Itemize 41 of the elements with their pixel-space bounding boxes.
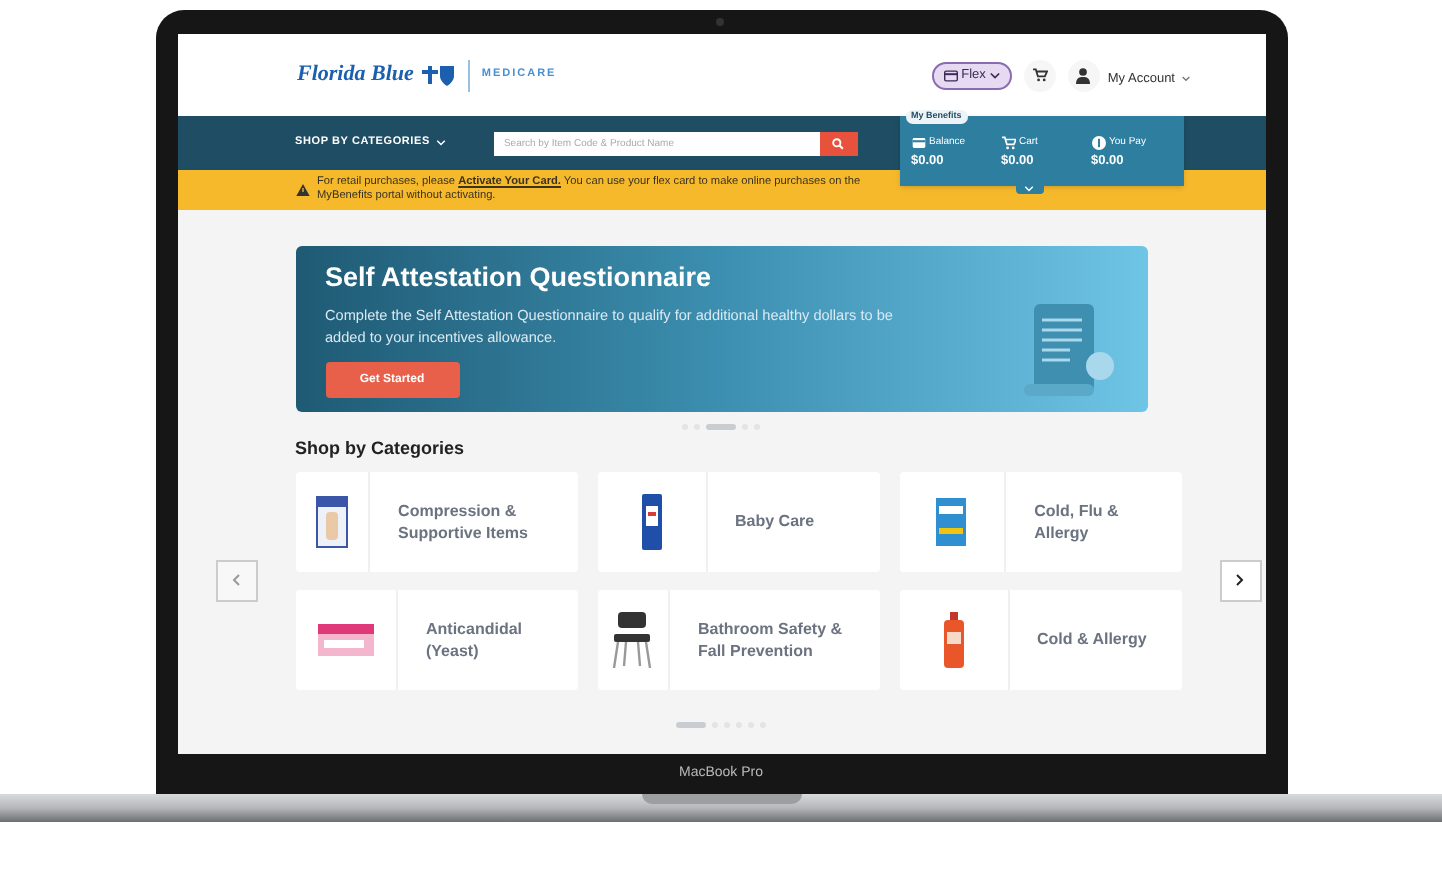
product-package-drawing [641, 493, 661, 549]
chevron-right-icon [1236, 574, 1244, 586]
chevron-left-icon [232, 574, 240, 586]
category-card[interactable]: Cold, Flu & Allergy [899, 471, 1181, 571]
previous-button[interactable] [215, 559, 257, 601]
card-icon [943, 69, 958, 81]
search-icon [832, 137, 845, 149]
category-card[interactable]: Baby Care [597, 471, 879, 571]
product-box-drawing [315, 495, 348, 547]
person-icon [1076, 67, 1091, 83]
category-label: Baby Care [733, 510, 817, 532]
card-icon [911, 136, 925, 151]
cross-shield-logo-icon [419, 65, 456, 85]
category-label: Cold & Allergy [1035, 628, 1149, 650]
cart-icon [1001, 136, 1015, 151]
warning-icon [295, 184, 309, 196]
product-box-drawing [936, 497, 967, 545]
next-button[interactable] [1219, 559, 1261, 601]
chevron-down-icon [435, 140, 446, 146]
chevron-down-icon [1024, 185, 1034, 191]
hero-title: Self Attestation Questionnaire [325, 260, 714, 296]
category-card[interactable]: Anticandidal (Yeast) [295, 589, 577, 689]
search-button[interactable] [819, 131, 858, 155]
category-label: Bathroom Safety & Fall Prevention [696, 617, 845, 661]
chevron-down-icon [1181, 76, 1189, 82]
syrup-bottle-drawing [943, 611, 963, 667]
category-card[interactable]: Cold & Allergy [899, 589, 1181, 689]
cart-button[interactable] [1023, 59, 1056, 91]
product-box-drawing [317, 623, 374, 655]
brand-logo[interactable]: Florida Blue [297, 58, 414, 92]
category-label: Compression & Supportive Items [396, 499, 530, 543]
shower-chair-drawing [612, 611, 653, 667]
category-card[interactable]: Compression & Supportive Items [295, 471, 577, 571]
category-label: Cold, Flu & Allergy [1032, 499, 1121, 543]
category-label: Anticandidal (Yeast) [424, 617, 525, 661]
category-card[interactable]: Bathroom Safety & Fall Prevention [597, 589, 879, 689]
expand-tab[interactable] [1015, 182, 1043, 194]
section-title: Shop by Categories [295, 436, 467, 462]
avatar[interactable] [1067, 59, 1100, 91]
cart-icon [1031, 68, 1048, 82]
chevron-down-icon [989, 71, 1000, 79]
